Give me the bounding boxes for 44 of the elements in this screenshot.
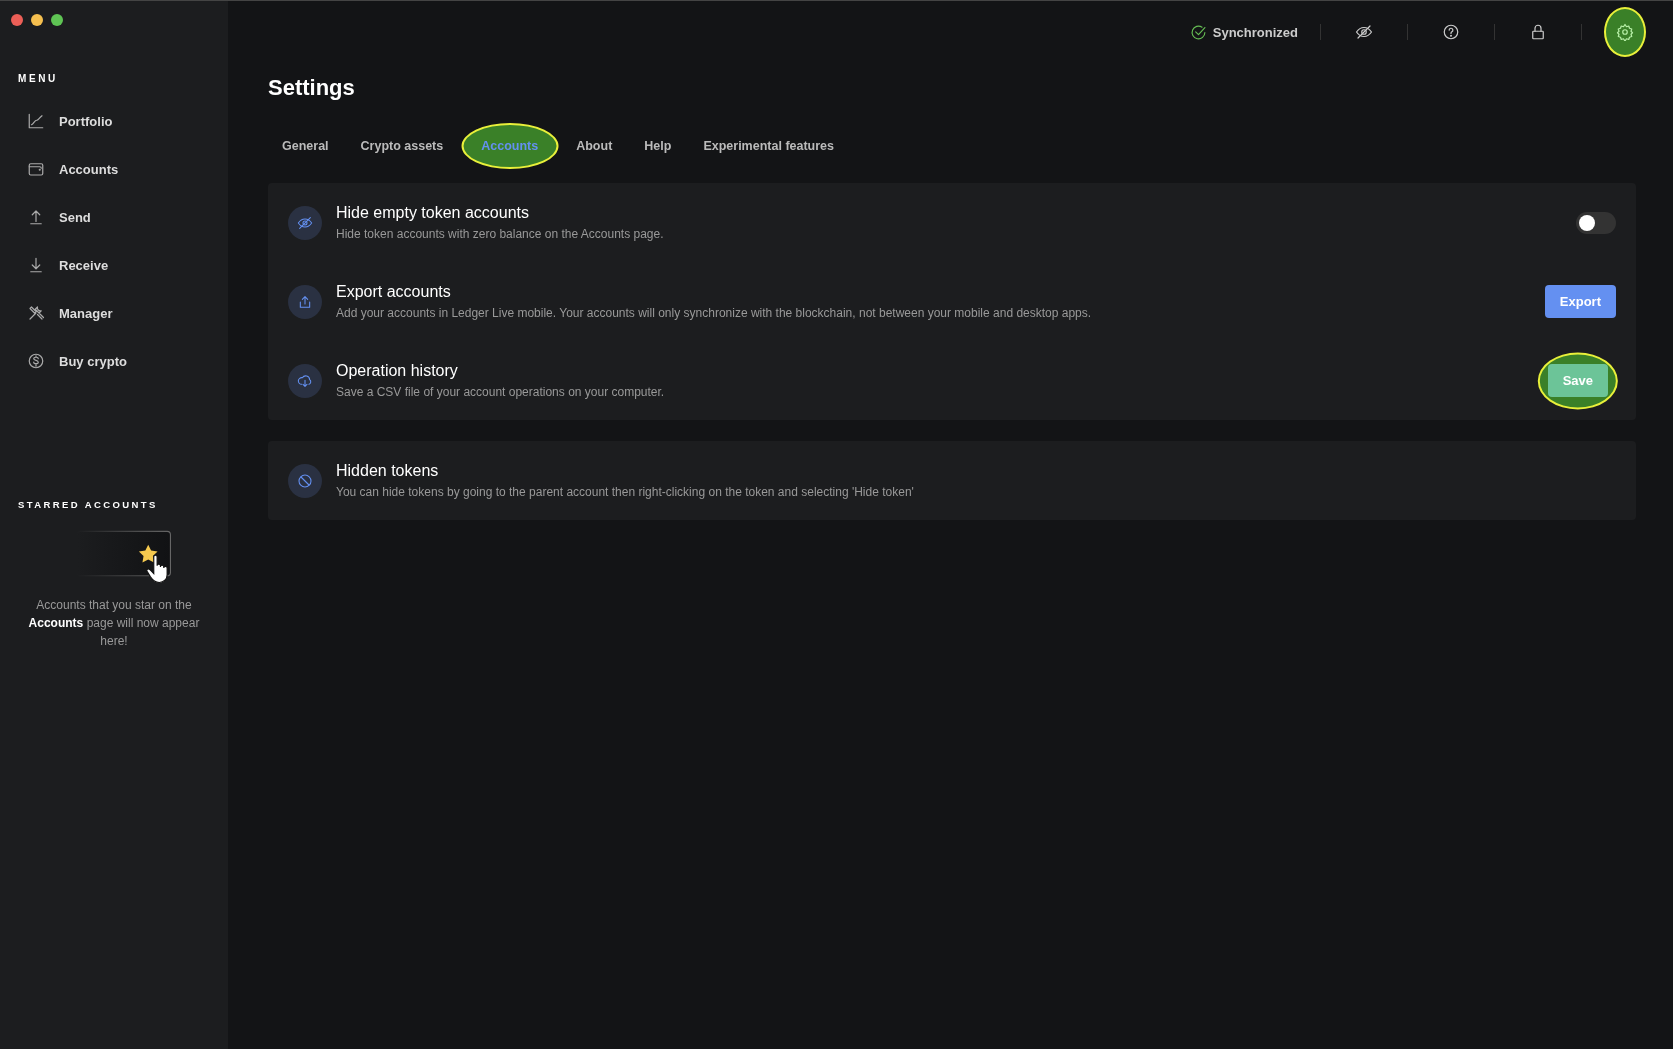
tab[interactable]: About <box>562 127 627 165</box>
page-title: Settings <box>268 75 356 101</box>
nav-item[interactable]: Buy crypto <box>0 337 137 385</box>
section-label: MENU <box>17 73 59 84</box>
wallet-icon <box>27 160 45 178</box>
empty-state-text: Accounts that you star on the Accounts page will now appear here! <box>27 597 201 650</box>
nav-item[interactable]: Portfolio <box>0 97 123 145</box>
share-icon <box>297 293 313 310</box>
close-button[interactable] <box>11 14 23 26</box>
nav-item[interactable]: Send <box>0 193 101 241</box>
setting-description: Add your accounts in Ledger Live mobile. Your accounts will only synchronize with the blockchain, not between your mobile and desktop apps. <box>336 306 1093 320</box>
eye-slash-icon <box>1355 23 1373 41</box>
minimize-button[interactable] <box>31 14 43 26</box>
tab[interactable]: Help <box>630 127 686 165</box>
zoom-button[interactable] <box>51 14 63 26</box>
setting-description: Hide token accounts with zero balance on the Accounts page. <box>336 227 665 241</box>
tab[interactable]: Experimental features <box>689 127 848 165</box>
nav-item[interactable]: Accounts <box>0 145 129 193</box>
tab[interactable]: Crypto assets <box>346 127 458 165</box>
setting-description: Save a CSV file of your account operations on your computer. <box>336 385 666 399</box>
setting-title: Hide empty token accounts <box>336 204 530 222</box>
check-circle-icon <box>1189 23 1207 41</box>
section-label: STARRED ACCOUNTS <box>17 499 158 510</box>
eye-slash-icon <box>297 214 313 231</box>
nav-item[interactable]: Manager <box>0 289 123 337</box>
toggle-switch[interactable] <box>1576 211 1616 234</box>
dollar-icon <box>27 352 45 370</box>
download-icon <box>27 256 45 274</box>
setting-title: Operation history <box>336 362 459 380</box>
settings-icon <box>1616 23 1634 41</box>
tab[interactable]: General <box>268 127 343 165</box>
chart-icon <box>27 112 45 130</box>
help-icon <box>1442 23 1460 41</box>
highlight-ring <box>1604 7 1646 57</box>
cloud-download-icon <box>297 372 313 389</box>
tools-icon <box>27 304 45 322</box>
ban-icon <box>297 472 313 489</box>
setting-title: Export accounts <box>336 283 452 301</box>
lock-icon <box>1529 23 1547 41</box>
upload-icon <box>27 208 45 226</box>
setting-description: You can hide tokens by going to the parent account then right-clicking on the token and selecting 'Hide token' <box>336 485 915 499</box>
nav-item[interactable]: Receive <box>0 241 119 289</box>
setting-title: Hidden tokens <box>336 462 440 480</box>
sync-status: Synchronized <box>1189 23 1298 41</box>
